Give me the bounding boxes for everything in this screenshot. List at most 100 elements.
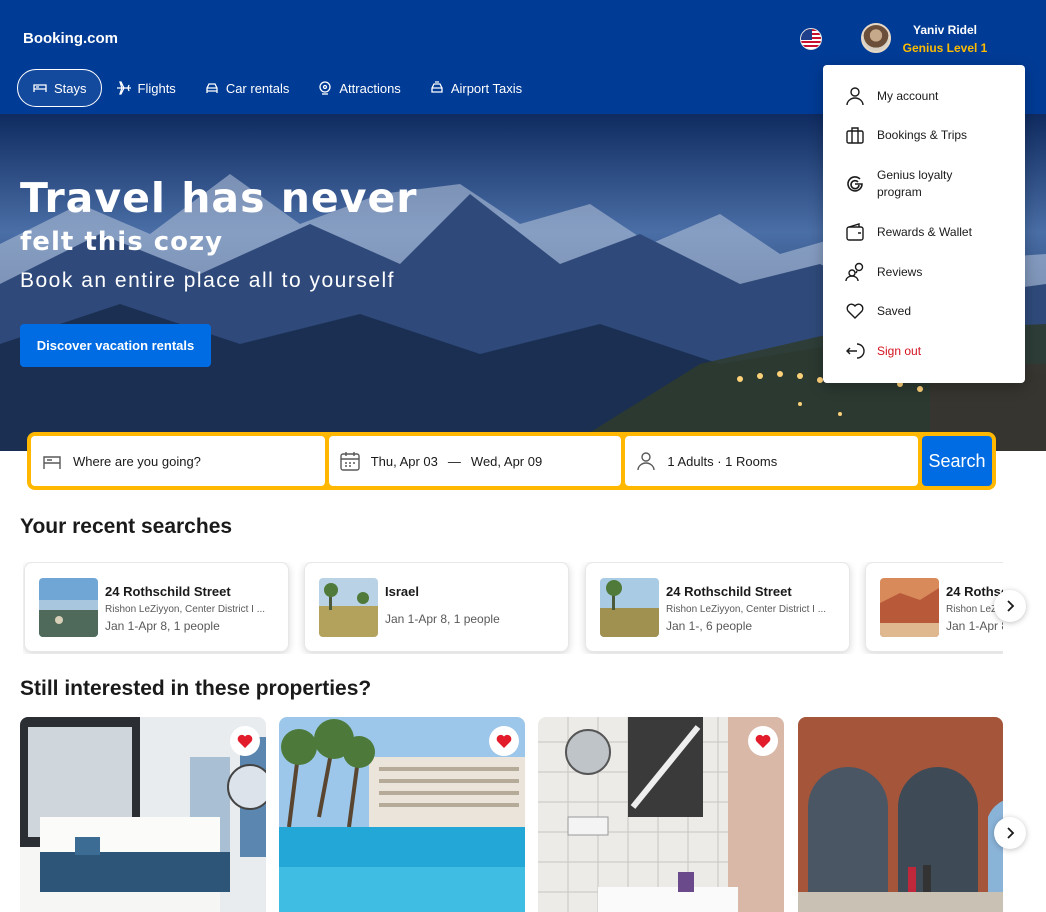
reviews-icon xyxy=(845,262,864,282)
date-separator: — xyxy=(447,453,461,469)
nav-stays-label: Stays xyxy=(54,80,87,96)
properties-title: Still interested in these properties? xyxy=(20,677,372,700)
search-bar: Where are you going? Thu, Apr 03 — Wed, … xyxy=(27,432,996,490)
bed-icon xyxy=(43,456,61,469)
recent-search-dates: Jan 1-Apr 8, 1 people xyxy=(385,612,500,626)
recent-search-name: 24 Rothschild Street xyxy=(105,584,231,599)
property-card[interactable] xyxy=(279,717,525,912)
recent-searches-carousel: 24 Rothschild Street Rishon LeZiyyon, Ce… xyxy=(23,562,1003,654)
menu-item-label: Rewards & Wallet xyxy=(877,225,972,239)
plane-icon xyxy=(116,81,131,95)
destination-input[interactable]: Where are you going? xyxy=(31,436,325,486)
menu-item-my-account[interactable]: My account xyxy=(823,86,1025,106)
bed-icon xyxy=(33,84,47,92)
recent-search-card[interactable]: 24 Rothschild Street Rishon LeZiyyon, Ce… xyxy=(24,562,289,652)
favorite-button[interactable] xyxy=(489,726,519,756)
recent-next-button[interactable] xyxy=(994,590,1026,622)
menu-item-label: Reviews xyxy=(877,265,923,279)
properties-carousel xyxy=(20,717,1003,912)
property-card[interactable] xyxy=(20,717,266,912)
nav-car-rentals[interactable]: Car rentals xyxy=(190,69,304,107)
heart-icon xyxy=(755,734,771,748)
wallet-icon xyxy=(846,223,864,241)
nav-airport-taxis-label: Airport Taxis xyxy=(450,80,523,96)
recent-search-thumbnail xyxy=(39,578,98,637)
car-icon xyxy=(206,83,218,93)
nav-attractions[interactable]: Attractions xyxy=(303,69,414,107)
menu-item-label: Saved xyxy=(877,304,912,318)
taxi-icon xyxy=(431,81,443,93)
discover-vacation-rentals-button[interactable]: Discover vacation rentals xyxy=(20,324,211,367)
account-menu: My account Bookings & Trips Genius loyal… xyxy=(823,65,1025,383)
sign-out-icon xyxy=(846,343,865,359)
main-nav: Stays Flights Car rentals Attractions Ai… xyxy=(17,69,536,107)
nav-flights[interactable]: Flights xyxy=(102,69,190,107)
property-card[interactable] xyxy=(538,717,784,912)
person-icon xyxy=(846,87,864,106)
menu-item-reviews[interactable]: Reviews xyxy=(823,262,1025,282)
booking-logo[interactable]: Booking.com xyxy=(23,30,118,47)
heart-outline-icon xyxy=(846,303,864,319)
recent-search-name: 24 Rothschild Street xyxy=(666,584,792,599)
recent-search-location: Rishon LeZiyyon, Center District I ... xyxy=(105,604,266,615)
menu-item-rewards-wallet[interactable]: Rewards & Wallet xyxy=(823,222,1025,242)
property-card[interactable] xyxy=(798,717,1003,912)
recent-search-dates: Jan 1-Apr 8, 1 people xyxy=(946,619,1003,633)
menu-item-saved[interactable]: Saved xyxy=(823,301,1025,321)
recent-search-name: Israel xyxy=(385,584,419,599)
heart-icon xyxy=(237,734,253,748)
recent-searches-title: Your recent searches xyxy=(20,515,233,538)
menu-item-label: Sign out xyxy=(877,344,922,358)
menu-item-bookings-trips[interactable]: Bookings & Trips xyxy=(823,125,1025,145)
chevron-right-icon xyxy=(1007,600,1015,612)
calendar-icon xyxy=(339,452,360,471)
heart-icon xyxy=(496,734,512,748)
chevron-right-icon xyxy=(1007,827,1015,839)
favorite-button[interactable] xyxy=(748,726,778,756)
genius-level[interactable]: Genius Level 1 xyxy=(900,41,990,55)
guests-summary: 1 Adults · 1 Rooms xyxy=(667,453,778,469)
search-button[interactable]: Search xyxy=(922,436,992,486)
recent-search-card[interactable]: 24 Rothschild Street Rishon LeZiyyon, Ce… xyxy=(585,562,850,652)
hero-title-line2: felt this cozy xyxy=(20,227,224,257)
person-icon xyxy=(637,452,656,471)
property-image xyxy=(538,717,784,912)
hero-title: Travel has never xyxy=(20,174,418,222)
recent-search-name: 24 Rothschild Street xyxy=(946,584,1003,599)
property-image xyxy=(20,717,266,912)
recent-search-thumbnail xyxy=(600,578,659,637)
recent-search-card[interactable]: Israel Jan 1-Apr 8, 1 people xyxy=(304,562,569,652)
nav-stays[interactable]: Stays xyxy=(17,69,102,107)
recent-search-location: Rishon LeZiyyon, Center District I ... xyxy=(666,604,827,615)
recent-search-thumbnail xyxy=(880,578,939,637)
us-flag-icon[interactable] xyxy=(800,28,822,50)
check-in-date: Thu, Apr 03 xyxy=(370,453,438,469)
property-image xyxy=(279,717,525,912)
menu-item-sign-out[interactable]: Sign out xyxy=(823,341,1025,361)
check-out-date: Wed, Apr 09 xyxy=(470,453,543,469)
hero-subtitle: Book an entire place all to yourself xyxy=(20,269,396,292)
property-image xyxy=(798,717,1003,912)
date-picker[interactable]: Thu, Apr 03 — Wed, Apr 09 xyxy=(328,436,622,486)
destination-placeholder: Where are you going? xyxy=(73,453,201,469)
genius-icon xyxy=(847,176,863,192)
nav-attractions-label: Attractions xyxy=(339,80,401,96)
menu-item-label: Genius loyalty program xyxy=(877,168,953,199)
recent-search-dates: Jan 1-, 6 people xyxy=(666,619,753,633)
menu-item-genius[interactable]: Genius loyalty program xyxy=(823,167,1025,201)
user-name[interactable]: Yaniv Ridel xyxy=(900,23,990,37)
guests-selector[interactable]: 1 Adults · 1 Rooms xyxy=(625,436,919,486)
nav-airport-taxis[interactable]: Airport Taxis xyxy=(415,69,536,107)
recent-search-card[interactable]: 24 Rothschild Street Rishon LeZiyyon, Ce… xyxy=(865,562,1003,652)
nav-flights-label: Flights xyxy=(137,80,176,96)
menu-item-label: Bookings & Trips xyxy=(877,128,968,142)
recent-search-thumbnail xyxy=(319,578,378,637)
avatar[interactable] xyxy=(861,23,891,53)
nav-car-rentals-label: Car rentals xyxy=(225,80,290,96)
attractions-icon xyxy=(319,81,332,95)
suitcase-icon xyxy=(846,127,864,144)
properties-next-button[interactable] xyxy=(994,817,1026,849)
favorite-button[interactable] xyxy=(230,726,260,756)
menu-item-label: My account xyxy=(877,89,939,103)
recent-search-dates: Jan 1-Apr 8, 1 people xyxy=(105,619,220,633)
